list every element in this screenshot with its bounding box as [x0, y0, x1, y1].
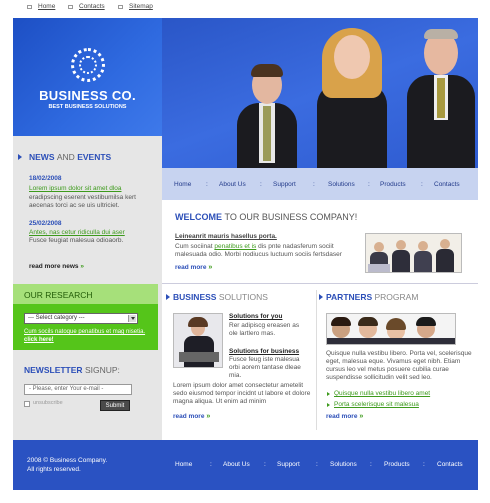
- home-icon: [27, 5, 32, 9]
- news-date-1: 18/02/2008: [29, 175, 62, 182]
- news-date-2: 25/02/2008: [29, 220, 62, 227]
- welcome-title: WELCOME TO OUR BUSINESS COMPANY!: [175, 212, 358, 222]
- footer-copyright: 2008 © Business Company.: [27, 457, 108, 464]
- logo-panel[interactable]: BUSINESS CO. BEST BUSINESS SOLUTIONS: [13, 18, 162, 136]
- footer-rights: All rights reserved.: [27, 466, 81, 473]
- business-item1-text: Rer adipiscg ereasen as ole lartlero mas…: [229, 322, 300, 337]
- email-input[interactable]: - Please, enter Your e-mail -: [24, 384, 132, 395]
- util-sitemap-link[interactable]: Sitemap: [129, 3, 153, 10]
- utility-bar: Home Contacts Sitemap: [0, 0, 490, 14]
- partners-photo: [326, 313, 456, 345]
- read-more-news-link[interactable]: read more news »: [29, 263, 84, 270]
- logo-subtitle: BEST BUSINESS SOLUTIONS: [48, 104, 127, 110]
- newsletter-title: NEWSLETTER SIGNUP:: [24, 365, 120, 375]
- nav-home[interactable]: Home: [174, 181, 191, 188]
- news-text-2: Fusce feugiat malesua odioaorb.: [29, 237, 124, 244]
- research-link[interactable]: Cum socils natoque penatibus et mag nise…: [24, 328, 149, 344]
- hero-image: [162, 18, 478, 168]
- business-text: Lorem ipsum dolor amet consectetur amete…: [173, 382, 311, 405]
- welcome-text: Cum sociinat penatibus et is dis pnte na…: [175, 243, 342, 258]
- partners-text: Quisque nulla vestibu libero. Porta vel,…: [326, 350, 472, 381]
- business-title: BUSINESS SOLUTIONS: [173, 292, 268, 302]
- news-link-1[interactable]: Lorem ipsum dolor sit amet dloa: [29, 185, 122, 192]
- divider: [162, 283, 478, 284]
- business-item2-text: Fusce feug iste malesua orbi aorem tanta…: [229, 356, 301, 379]
- research-title: OUR RESEARCH: [24, 290, 93, 300]
- nav-contacts[interactable]: Contacts: [434, 181, 460, 188]
- welcome-subtitle: Leineanrit mauris hasellus porta.: [175, 233, 277, 240]
- footer-nav-contacts[interactable]: Contacts: [437, 461, 463, 468]
- footer-nav-solutions[interactable]: Solutions: [330, 461, 357, 468]
- news-title: NEWS AND EVENTS: [29, 152, 112, 162]
- nav-solutions[interactable]: Solutions: [328, 181, 355, 188]
- hero-person-center: [312, 23, 392, 168]
- util-home-link[interactable]: Home: [38, 3, 55, 10]
- news-text-1: eradipscing eserent vestibumilsa kert ae…: [29, 194, 136, 209]
- util-contacts-link[interactable]: Contacts: [79, 3, 105, 10]
- business-item2-title[interactable]: Solutions for business: [229, 348, 299, 355]
- logo-inner-icon: [79, 56, 97, 74]
- sitemap-icon: [118, 5, 123, 9]
- hero-person-right: [402, 23, 477, 168]
- business-item1-title[interactable]: Solutions for you: [229, 313, 282, 320]
- chevron-down-icon: [128, 315, 136, 322]
- category-select[interactable]: --- Select category ---: [24, 313, 138, 324]
- arrow-icon: [319, 294, 323, 300]
- main-nav: Home : About Us : Support : Solutions : …: [162, 168, 478, 200]
- hero-person-left: [232, 58, 302, 168]
- footer-nav-home[interactable]: Home: [175, 461, 192, 468]
- team-photo: [365, 233, 462, 273]
- news-link-2[interactable]: Antes, nas cetur ridiculla dui aser: [29, 229, 125, 236]
- bullet-icon: [327, 403, 330, 407]
- nav-about-us[interactable]: About Us: [219, 181, 246, 188]
- welcome-read-more-link[interactable]: read more »: [175, 264, 212, 271]
- submit-button[interactable]: Submit: [100, 400, 130, 411]
- footer-nav-support[interactable]: Support: [277, 461, 300, 468]
- partners-link-2[interactable]: Porta scelerisque sit malesua: [334, 401, 419, 408]
- nav-support[interactable]: Support: [273, 181, 296, 188]
- arrow-icon: [166, 294, 170, 300]
- column-divider: [316, 290, 317, 430]
- footer-nav-products[interactable]: Products: [384, 461, 410, 468]
- footer: 2008 © Business Company. All rights rese…: [13, 440, 478, 490]
- logo-title: BUSINESS CO.: [39, 88, 136, 103]
- mail-icon: [68, 5, 73, 9]
- business-read-more-link[interactable]: read more »: [173, 413, 210, 420]
- partners-link-1[interactable]: Quisque nulla vestibu libero amet: [334, 390, 430, 397]
- arrow-icon: [18, 154, 22, 160]
- business-photo: [173, 313, 223, 368]
- unsubscribe-label: unsubscribe: [33, 400, 63, 406]
- unsubscribe-checkbox[interactable]: [24, 401, 30, 407]
- partners-read-more-link[interactable]: read more »: [326, 413, 363, 420]
- partners-title: PARTNERS PROGRAM: [326, 292, 419, 302]
- bullet-icon: [327, 392, 330, 396]
- nav-products[interactable]: Products: [380, 181, 406, 188]
- footer-nav-about-us[interactable]: About Us: [223, 461, 250, 468]
